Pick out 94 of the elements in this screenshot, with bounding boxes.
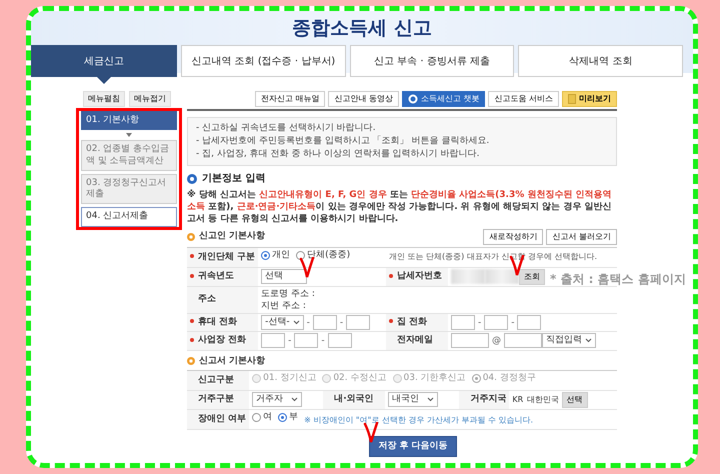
section-bullet-icon xyxy=(187,174,197,184)
step-item[interactable]: 01. 기본사항 xyxy=(81,111,177,130)
radio-option[interactable]: 개인 xyxy=(261,249,290,262)
dash-separator: - xyxy=(340,318,344,328)
dash-separator: - xyxy=(478,318,482,328)
caret-icon xyxy=(291,397,298,402)
action-button[interactable]: 새로작성하기 xyxy=(483,229,544,245)
toolbar-button[interactable]: 신고도움 서비스 xyxy=(488,91,559,107)
input-field[interactable] xyxy=(312,314,337,330)
field-label: 거주지국 xyxy=(470,394,506,404)
field-label: 휴대 전화 xyxy=(198,316,238,327)
dash-separator: - xyxy=(511,318,514,328)
radio-option[interactable]: 단체(종중) xyxy=(296,249,350,262)
toolbar-button[interactable]: 신고안내 동영상 xyxy=(328,91,399,107)
page-title: 종합소득세 신고 xyxy=(291,16,433,40)
toolbar-button[interactable]: 소득세신고 챗봇 xyxy=(402,91,486,107)
menu-toggle-button[interactable]: 메뉴접기 xyxy=(129,91,171,107)
input-field[interactable] xyxy=(450,314,475,330)
field-label: 납세자번호 xyxy=(396,271,442,281)
input-field[interactable] xyxy=(294,333,318,348)
tab[interactable]: 신고 부속 · 증빙서류 제출 xyxy=(350,45,514,77)
down-arrow-icon xyxy=(126,133,132,138)
guide-text: - 신고하실 귀속년도를 선택하시기 바랍니다. xyxy=(196,122,377,135)
input-field[interactable] xyxy=(328,333,352,348)
dash-separator: - xyxy=(321,336,325,346)
step-item[interactable]: 03. 경정청구신고서 제출 xyxy=(81,174,177,204)
pointer-icon xyxy=(97,77,111,84)
caret-icon xyxy=(292,320,300,325)
tab[interactable]: 삭제내역 조회 xyxy=(518,45,684,77)
domain-select[interactable]: 직접입력 xyxy=(542,333,596,348)
section-title: 신고인 기본사항 xyxy=(199,230,266,244)
address-text: 지번 주소 : xyxy=(261,300,307,312)
field-label: 신고구분 xyxy=(198,374,234,385)
field-label: 귀속년도 xyxy=(198,271,234,281)
input-field[interactable] xyxy=(484,269,519,284)
input-field[interactable] xyxy=(450,269,485,284)
field-label: 주소 xyxy=(198,294,216,304)
required-dot-icon xyxy=(190,338,194,342)
caret-icon xyxy=(427,397,434,402)
field-label: 내·외국인 xyxy=(334,394,374,404)
tab[interactable]: 신고내역 조회 (접수증 · 납부서) xyxy=(181,45,346,77)
step-item[interactable]: 02. 업종별 총수입금액 및 소득금액계산 xyxy=(81,140,177,171)
input-field[interactable] xyxy=(261,333,286,348)
required-dot-icon xyxy=(190,319,194,324)
section-title: 신고서 기본사항 xyxy=(199,354,266,368)
save-next-button[interactable]: 저장 후 다음이동 xyxy=(369,436,457,458)
required-dot-icon xyxy=(190,254,194,258)
caret-icon xyxy=(584,338,592,344)
source-note: * 출처 : 홈택스 홈페이지 xyxy=(550,271,686,288)
field-label: 집 전화 xyxy=(396,316,428,327)
dash-separator: - xyxy=(288,336,292,346)
at-sign: @ xyxy=(492,336,501,346)
section-bullet-icon xyxy=(187,233,195,241)
select-field[interactable]: 내국인 xyxy=(388,392,438,408)
toolbar-button[interactable]: 전자신고 매뉴얼 xyxy=(254,91,326,107)
field-label: 거주구분 xyxy=(198,394,234,404)
required-dot-icon xyxy=(388,319,393,324)
required-dot-icon xyxy=(190,274,194,278)
radio-option[interactable]: 부 xyxy=(278,410,298,424)
input-field[interactable] xyxy=(450,333,489,348)
document-icon xyxy=(568,94,576,104)
field-label: 장애인 여부 xyxy=(198,414,246,424)
input-field[interactable] xyxy=(484,314,508,330)
check-mark-drawing xyxy=(363,422,380,444)
section-bullet-icon xyxy=(187,357,195,366)
step-item[interactable]: 04. 신고서제출 xyxy=(81,207,177,226)
guide-text: - 납세자번호에 주민등록번호를 입력하시고 「조회」 버튼을 클릭하세요. xyxy=(196,135,490,148)
input-field[interactable] xyxy=(504,333,542,348)
tab[interactable]: 세금신고 xyxy=(31,45,177,77)
select-field[interactable]: 거주자 xyxy=(252,392,302,408)
toolbar-button[interactable]: 미리보기 xyxy=(562,91,617,107)
address-text: 도로명 주소 : xyxy=(261,288,316,300)
notice-text: ※ 당해 신고서는 신고안내유형이 E, F, G인 경우 또는 단순경비율 사업소득(3.3% 원천징수된 인적용역소득 포함), 근로·연금·기타소득이 있는 경우에만 작성 가능합니다. 위 유형에 해당되지 않는 경우 일반신고서 등 다른 유형의 신고서를 이용하시기 바랍니다. xyxy=(187,189,613,225)
search-button[interactable]: 조회 xyxy=(518,268,545,285)
section-title: 기본정보 입력 xyxy=(202,172,266,186)
dash-separator: - xyxy=(306,318,310,328)
field-label: 사업장 전화 xyxy=(198,335,246,346)
radio-option[interactable]: 여 xyxy=(252,410,272,424)
action-button[interactable]: 신고서 불러오기 xyxy=(546,229,617,245)
country-name: 대한민국 xyxy=(527,395,560,404)
warning-note: ※ 비장애인이 "여"로 선택한 경우 가산세가 부과될 수 있습니다. xyxy=(304,415,534,424)
required-dot-icon xyxy=(388,274,393,278)
robot-icon xyxy=(408,94,418,104)
menu-toggle-button[interactable]: 메뉴펼침 xyxy=(83,91,125,107)
guide-text: - 집, 사업장, 휴대 전화 중 하나 이상의 연락처를 입력하시기 바랍니다. xyxy=(196,148,480,161)
carrier-select[interactable]: -선택- xyxy=(261,314,304,330)
year-select[interactable]: 선택 xyxy=(261,269,308,284)
field-label: 개인단체 구분 xyxy=(198,252,256,262)
input-field[interactable] xyxy=(517,314,542,330)
select-button[interactable]: 선택 xyxy=(562,392,588,408)
country-code: KR xyxy=(512,395,524,404)
field-label: 전자메일 xyxy=(396,335,433,346)
check-mark-drawing xyxy=(299,257,316,280)
input-field[interactable] xyxy=(346,314,370,330)
